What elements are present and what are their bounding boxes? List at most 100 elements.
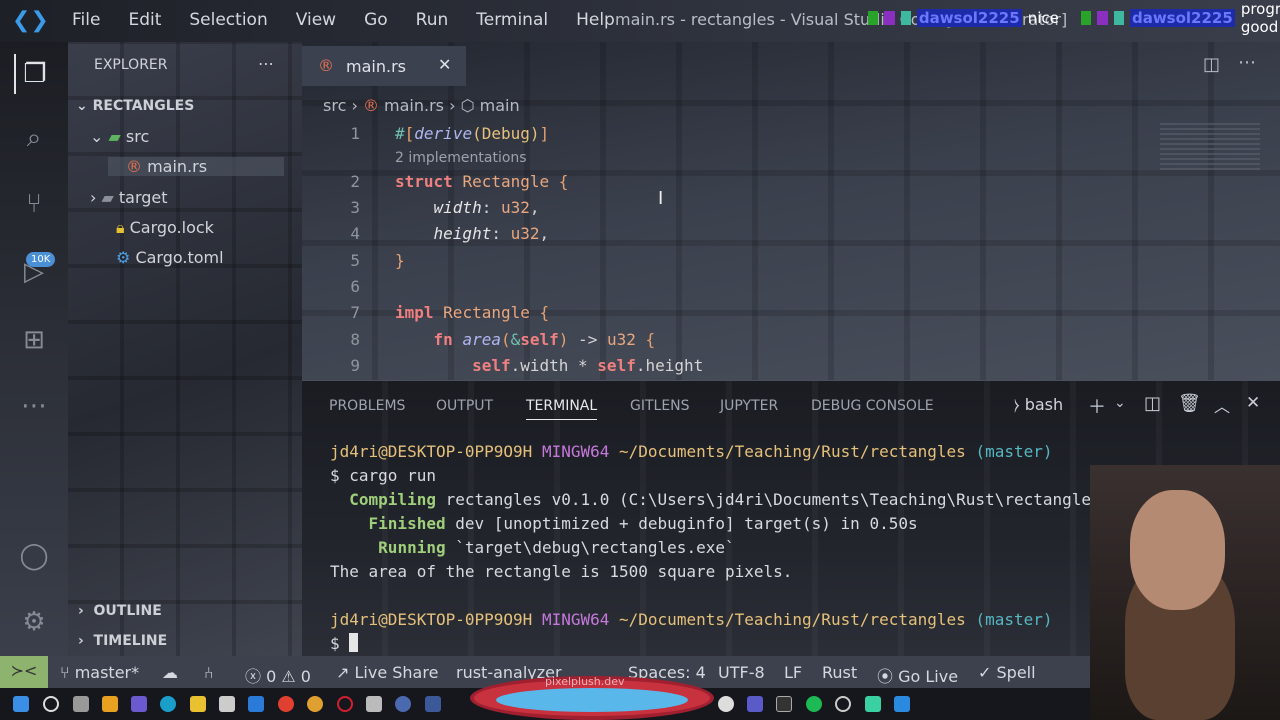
search-icon[interactable]: ⌕ [14,118,54,158]
account-icon[interactable]: ◯ [14,536,54,576]
search-icon[interactable] [43,696,59,712]
breadcrumb-file[interactable]: main.rs [384,96,444,115]
line-number: 5 [350,251,360,270]
chrome-icon[interactable] [307,696,323,712]
new-terminal-icon[interactable]: ＋ [1088,393,1106,419]
file-cargo-toml[interactable]: ⚙ Cargo.toml [116,248,224,267]
rust-file-icon: ® [362,96,379,115]
split-editor-icon[interactable]: ◫ [1203,54,1220,75]
code-line[interactable]: width: u32, [395,198,540,217]
breadcrumb: src › ® main.rs › ⬡ main [323,96,520,115]
folder-target[interactable]: › ▰ target [90,188,168,207]
edge-icon[interactable] [160,696,176,712]
more-icon[interactable]: ⋯ [14,386,54,426]
file-explorer-icon[interactable] [190,696,206,712]
code-line[interactable]: } [395,251,405,270]
terminal-app-icon[interactable] [776,696,792,712]
code-line[interactable]: self.width * self.height [395,356,703,375]
terminal-output-line: Running `target\debug\rectangles.exe` [378,538,735,557]
folder-src[interactable]: ⌄ ▰ src [90,127,149,146]
tab-gitlens[interactable]: GITLENS [630,398,690,414]
menu-run[interactable]: Run [402,10,463,30]
gem-badge-icon [900,11,911,25]
facebook-icon[interactable] [425,696,441,712]
settings-gear-icon[interactable]: ⚙ [14,602,54,642]
tab-problems[interactable]: PROBLEMS [329,398,405,414]
run-debug-icon[interactable]: ▷ [14,252,54,292]
breadcrumb-src[interactable]: src [323,96,346,115]
menu-go[interactable]: Go [350,10,402,30]
code-line[interactable]: struct Rectangle { [395,172,568,191]
start-icon[interactable] [13,696,29,712]
eol-status[interactable]: LF [784,663,802,682]
chat-message: progress is good [1240,0,1280,36]
star-badge-icon [884,11,895,25]
file-cargo-lock[interactable]: 🔒︎ Cargo.lock [116,218,214,238]
problems-status[interactable]: ⓧ 0 ⚠ 0 [245,663,311,687]
live-share-button[interactable]: ↗ Live Share [336,663,438,682]
program-output: The area of the rectangle is 1500 square… [330,562,793,581]
app-icon[interactable] [395,696,411,712]
go-live-button[interactable]: ⦿ Go Live [877,663,958,687]
timeline-section[interactable]: › TIMELINE [78,633,167,649]
obs-icon[interactable] [835,696,851,712]
split-terminal-icon[interactable]: ◫ [1144,393,1161,414]
tab-terminal[interactable]: TERMINAL [526,398,598,420]
branch-status[interactable]: ⑂ master* [60,663,139,682]
tab-jupyter[interactable]: JUPYTER [720,398,778,414]
minimap[interactable] [1160,120,1260,170]
tab-output[interactable]: OUTPUT [436,398,493,414]
opera-icon[interactable] [337,696,353,712]
more-actions-icon[interactable]: ⋯ [258,54,274,73]
mail-icon[interactable] [248,696,264,712]
menu-terminal[interactable]: Terminal [462,10,562,30]
spotify-icon[interactable] [806,696,822,712]
breadcrumb-symbol[interactable]: main [480,96,520,115]
close-panel-icon[interactable]: ✕ [1246,393,1260,413]
menu-selection[interactable]: Selection [175,10,281,30]
code-line[interactable]: fn area(&self) -> u32 { [395,330,656,349]
rust-file-icon: ® [126,157,142,176]
chevron-down-icon[interactable]: ⌄ [1114,395,1126,411]
close-tab-icon[interactable]: ✕ [438,55,451,74]
project-folder[interactable]: ⌄ RECTANGLES [76,98,194,114]
app-icon[interactable] [102,696,118,712]
remote-icon[interactable]: ≻< [0,656,48,688]
git-graph-icon[interactable]: ⑃ [204,663,214,682]
trash-icon[interactable]: 🗑︎ [1178,393,1201,414]
vscode-taskbar-icon[interactable] [894,696,910,712]
terminal-shell-selector[interactable]: ⧽ bash [1014,395,1063,415]
chrome-icon[interactable] [278,696,294,712]
teams-icon[interactable] [747,696,763,712]
code-line[interactable]: #[derive(Debug)] [395,124,549,143]
line-number: 3 [350,198,360,217]
explorer-icon[interactable]: ❐ [14,54,54,94]
menu-edit[interactable]: Edit [114,10,175,30]
maximize-panel-icon[interactable]: ︿ [1214,393,1230,417]
menu-view[interactable]: View [282,10,350,30]
explorer-sidebar: EXPLORER ⋯ ⌄ RECTANGLES ⌄ ▰ src ® main.r… [68,42,302,656]
terminal-input-prompt[interactable]: $ [330,634,340,653]
outline-section[interactable]: › OUTLINE [78,603,162,619]
app-icon[interactable] [865,696,881,712]
code-line[interactable]: height: u32, [395,224,550,243]
app-icon[interactable] [718,696,734,712]
sync-icon[interactable]: ☁ [162,663,178,682]
app-icon[interactable] [131,696,147,712]
extensions-icon[interactable]: ⊞ [14,320,54,360]
codelens-implementations[interactable]: 2 implementations [395,150,527,166]
tab-main-rs[interactable]: ® main.rs ✕ [302,46,466,86]
file-main-rs[interactable]: ® main.rs [108,157,284,176]
encoding-status[interactable]: UTF-8 [718,663,765,682]
task-view-icon[interactable] [73,696,89,712]
menu-file[interactable]: File [58,10,114,30]
source-control-icon[interactable]: ⑂ [14,184,54,224]
store-icon[interactable] [219,696,235,712]
more-actions-icon[interactable]: ⋯ [1238,52,1256,73]
code-line[interactable]: impl Rectangle { [395,303,549,322]
app-icon[interactable] [366,696,382,712]
tab-debug-console[interactable]: DEBUG CONSOLE [811,398,934,414]
line-number: 7 [350,303,360,322]
spell-status[interactable]: ✓ Spell [978,663,1036,682]
language-status[interactable]: Rust [822,663,857,682]
